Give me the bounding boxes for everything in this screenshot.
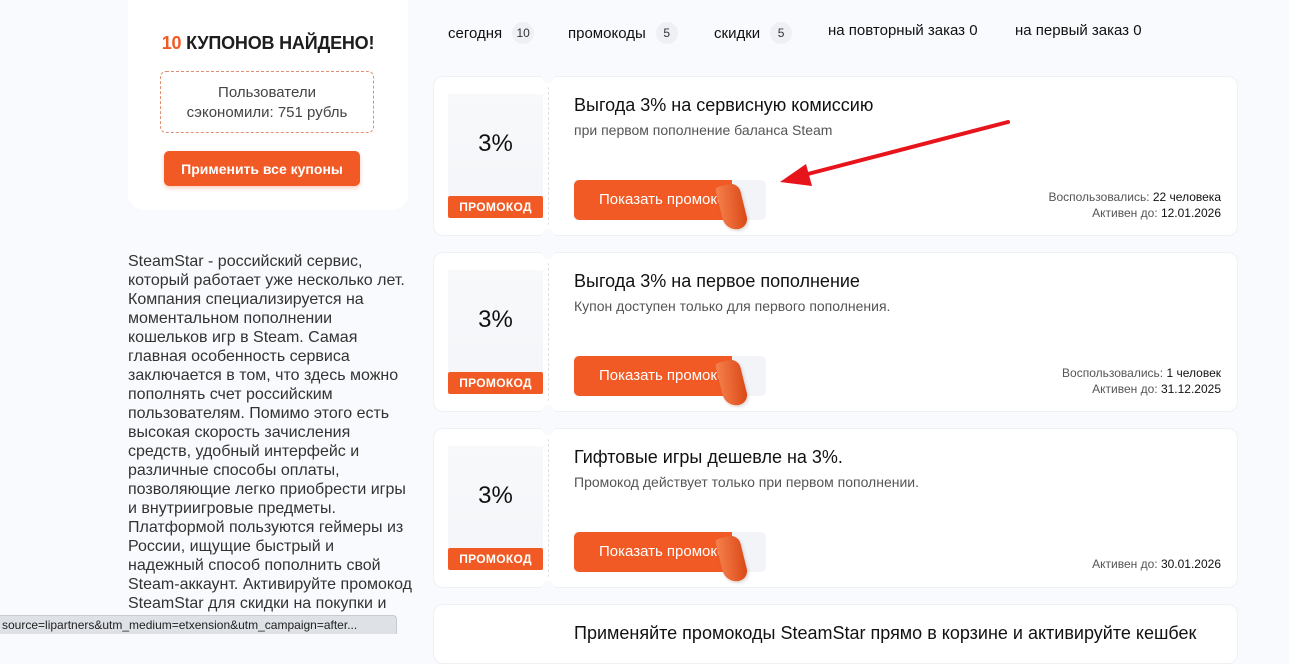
tab-first-order[interactable]: на первый заказ 0	[1015, 22, 1142, 39]
coupon-subtitle: при первом пополнение баланса Steam	[574, 122, 833, 138]
browser-status-bar: source=lipartners&utm_medium=etxension&u…	[0, 615, 397, 634]
show-promocode-label: Показать промокод	[574, 356, 732, 396]
coupon-value-panel: 3% ПРОМОКОД	[448, 270, 543, 394]
tab-label: промокоды	[568, 24, 646, 42]
coupon-title: Выгода 3% на первое пополнение	[574, 271, 860, 291]
show-promocode-button[interactable]: Показать промокод	[574, 356, 766, 409]
peel-corner-icon	[714, 181, 750, 233]
coupon-divider	[548, 87, 549, 225]
coupon-discount-value: 3%	[478, 306, 513, 333]
tab-count-badge: 5	[655, 22, 678, 44]
coupon-notch	[541, 421, 555, 435]
coupon-subtitle: Купон доступен только для первого пополн…	[574, 298, 891, 314]
coupon-meta: Воспользовались: 22 человека Активен до:…	[1048, 189, 1221, 221]
coupon-type-tag: ПРОМОКОД	[448, 196, 543, 218]
coupon-meta: Воспользовались: 1 человек Активен до: 3…	[1062, 365, 1221, 397]
active-value: 30.01.2026	[1160, 557, 1221, 571]
coupon-notch	[541, 245, 555, 259]
tab-label: скидки	[714, 24, 761, 42]
show-promocode-label: Показать промокод	[574, 180, 732, 220]
active-value: 12.01.2026	[1160, 206, 1221, 220]
savings-box: Пользователи сэкономили: 751 рубль	[160, 71, 374, 133]
coupons-found-count: 10	[161, 33, 182, 53]
tab-label: на повторный заказ 0	[828, 22, 978, 39]
coupon-notch	[541, 229, 555, 243]
coupon-card: 3% ПРОМОКОД Выгода 3% на первое пополнен…	[433, 245, 1238, 419]
coupon-title: Гифтовые игры дешевле на 3%.	[574, 447, 843, 467]
coupon-discount-value: 3%	[478, 482, 513, 509]
store-description: SteamStar - российский сервис, который р…	[128, 253, 412, 631]
peel-corner-icon	[714, 357, 750, 409]
tab-discounts[interactable]: скидки 5	[714, 22, 793, 44]
coupon-type-tag: ПРОМОКОД	[448, 372, 543, 394]
tab-label: сегодня	[448, 24, 503, 42]
coupon-meta: Активен до: 30.01.2026	[1092, 556, 1221, 572]
coupon-type-tag: ПРОМОКОД	[448, 548, 543, 570]
used-label: Воспользовались:	[1062, 366, 1164, 380]
coupons-found-heading: 10 КУПОНОВ НАЙДЕНО!	[128, 33, 408, 54]
tab-label: на первый заказ 0	[1015, 22, 1142, 39]
show-promocode-button[interactable]: Показать промокод	[574, 180, 766, 233]
savings-line-2: сэкономили: 751 рубль	[186, 104, 348, 121]
coupon-value-panel: 3% ПРОМОКОД	[448, 94, 543, 218]
used-label: Воспользовались:	[1048, 190, 1150, 204]
coupons-found-text: КУПОНОВ НАЙДЕНО!	[186, 33, 375, 53]
coupon-notch	[541, 405, 555, 419]
show-promocode-label: Показать промокод	[574, 532, 732, 572]
savings-line-1: Пользователи	[218, 84, 316, 101]
coupon-title: Выгода 3% на сервисную комиссию	[574, 95, 874, 115]
tab-repeat-order[interactable]: на повторный заказ 0	[828, 22, 978, 39]
coupon-notch	[541, 69, 555, 83]
coupon-discount-value: 3%	[478, 130, 513, 157]
coupon-divider	[548, 439, 549, 577]
coupon-card: 3% ПРОМОКОД Гифтовые игры дешевле на 3%.…	[433, 421, 1238, 595]
tab-count-badge: 10	[512, 22, 535, 44]
tab-today[interactable]: сегодня 10	[448, 22, 535, 44]
coupon-card: 3% ПРОМОКОД Выгода 3% на сервисную комис…	[433, 69, 1238, 243]
tab-count-badge: 5	[770, 22, 793, 44]
active-label: Активен до:	[1092, 206, 1158, 220]
peel-corner-icon	[714, 533, 750, 585]
used-value: 1 человек	[1166, 366, 1221, 380]
active-label: Активен до:	[1092, 382, 1158, 396]
coupon-value-panel: 3% ПРОМОКОД	[448, 446, 543, 570]
show-promocode-button[interactable]: Показать промокод	[574, 532, 766, 585]
coupon-card: Применяйте промокоды SteamStar прямо в к…	[433, 604, 1238, 664]
apply-all-coupons-button[interactable]: Применить все купоны	[164, 151, 360, 186]
coupon-subtitle: Промокод действует только при первом поп…	[574, 474, 919, 490]
coupon-notch	[541, 581, 555, 595]
active-label: Активен до:	[1092, 557, 1158, 571]
tab-promocodes[interactable]: промокоды 5	[568, 22, 678, 44]
coupons-summary-card: 10 КУПОНОВ НАЙДЕНО! Пользователи сэконом…	[128, 0, 408, 210]
coupon-divider	[548, 263, 549, 401]
active-value: 31.12.2025	[1160, 382, 1221, 396]
used-value: 22 человека	[1152, 190, 1221, 204]
